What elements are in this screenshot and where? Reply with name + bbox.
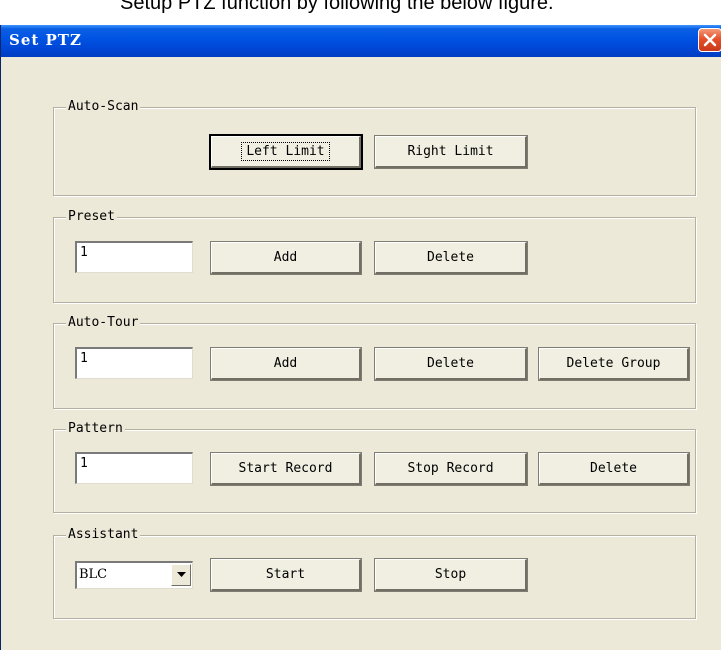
assistant-start-label: Start [265,567,306,582]
preset-add-label: Add [273,250,298,265]
auto-tour-delete-group-label: Delete Group [566,356,661,371]
left-limit-button[interactable]: Left Limit [209,134,363,170]
start-record-button[interactable]: Start Record [210,452,362,486]
auto-tour-delete-group-button[interactable]: Delete Group [538,347,690,381]
right-limit-button[interactable]: Right Limit [374,135,528,169]
auto-tour-group: Auto-Tour 1 Add Delete Delete Group [53,314,696,409]
close-icon [703,33,717,47]
left-limit-label: Left Limit [241,142,330,161]
dropdown-button[interactable] [171,564,191,586]
assistant-start-button[interactable]: Start [210,558,362,592]
preset-add-button[interactable]: Add [210,241,362,275]
auto-scan-group: Auto-Scan Left Limit Right Limit [53,98,696,196]
preset-label: Preset [66,208,117,226]
auto-tour-add-label: Add [273,356,298,371]
auto-tour-delete-label: Delete [427,356,474,371]
assistant-select[interactable]: BLC [75,561,193,589]
auto-tour-number-input[interactable]: 1 [75,347,193,379]
set-ptz-dialog: Set PTZ Auto-Scan Left Limit Right Limit… [0,25,721,650]
preset-number-input[interactable]: 1 [75,241,193,273]
start-record-label: Start Record [238,461,333,476]
pattern-delete-button[interactable]: Delete [538,452,690,486]
auto-scan-label: Auto-Scan [66,98,141,116]
pattern-number-input[interactable]: 1 [75,452,193,484]
assistant-label: Assistant [66,526,141,544]
close-button[interactable] [698,28,721,52]
caption-strip: Setup PTZ function by following the belo… [0,0,721,25]
auto-tour-label: Auto-Tour [66,314,141,332]
assistant-selected-value: BLC [79,567,108,582]
auto-tour-delete-button[interactable]: Delete [374,347,528,381]
pattern-group: Pattern 1 Start Record Stop Record Delet… [53,420,696,513]
pattern-delete-label: Delete [590,461,637,476]
stop-record-button[interactable]: Stop Record [374,452,528,486]
auto-tour-add-button[interactable]: Add [210,347,362,381]
chevron-down-icon [177,572,186,577]
caption-text: Setup PTZ function by following the belo… [120,0,554,14]
preset-delete-button[interactable]: Delete [374,241,528,275]
stop-record-label: Stop Record [407,461,494,476]
preset-group: Preset 1 Add Delete [53,208,696,303]
assistant-stop-label: Stop [434,567,467,582]
assistant-stop-button[interactable]: Stop [374,558,528,592]
pattern-label: Pattern [66,420,125,438]
right-limit-label: Right Limit [407,144,494,159]
title-bar[interactable]: Set PTZ [1,25,721,57]
window-title: Set PTZ [9,31,82,49]
assistant-group: Assistant BLC Start Stop [53,526,696,619]
preset-delete-label: Delete [427,250,474,265]
